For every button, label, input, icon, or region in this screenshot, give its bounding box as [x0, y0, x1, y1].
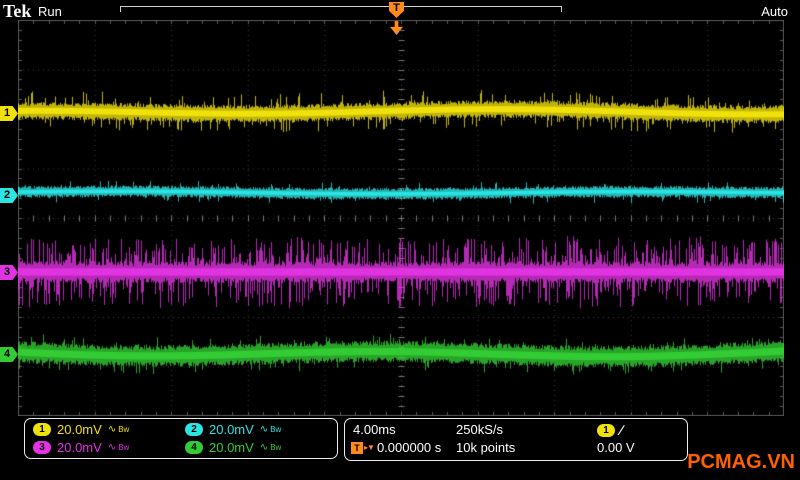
channel3-badge: 3 [33, 441, 51, 455]
horizontal-trigger-readout-box: 4.00ms 250kS/s 10k points T ▸▼ 0.000000 … [344, 418, 688, 461]
trigger-source-readout: 1 ∕ [597, 422, 622, 438]
acquisition-status: Run [38, 4, 62, 19]
channel4-ground-marker: 4 [0, 347, 18, 362]
record-length: 10k points [456, 440, 516, 455]
channel2-badge: 2 [185, 422, 203, 436]
trigger-slope-icon: ∕ [620, 422, 623, 438]
bandwidth-limit-icon: Bw [270, 424, 282, 434]
trigger-source-badge: 1 [597, 423, 615, 437]
channel3-coupling-icons: ∿ Bw [108, 442, 130, 453]
tek-logo: Tek [3, 1, 32, 21]
channel-readout-box: 1 20.0mV ∿ Bw 2 20.0mV ∿ Bw 3 20.0mV ∿ Bw 4… [24, 418, 338, 459]
trigger-position-readout: T ▸▼ 0.000000 s [351, 440, 441, 455]
record-view-bar [120, 6, 562, 12]
bandwidth-limit-icon: Bw [270, 443, 282, 453]
trigger-level: 0.00 V [597, 440, 635, 455]
channel1-ground-marker: 1 [0, 106, 18, 121]
ac-coupling-icon: ∿ [107, 442, 117, 454]
channel3-readout: 3 20.0mV ∿ Bw [29, 440, 181, 455]
ac-coupling-icon: ∿ [107, 423, 117, 435]
channel1-coupling-icons: ∿ Bw [108, 424, 130, 435]
trigger-arrows-icon: ▸▼ [364, 443, 375, 452]
channel4-scale: 20.0mV [209, 440, 254, 456]
trigger-t-icon: T [351, 441, 363, 454]
oscilloscope-screen: Tek Run Auto T 1 2 3 4 1 20.0mV ∿ Bw 2 20… [0, 0, 800, 480]
channel4-badge: 4 [185, 441, 203, 455]
channel3-scale: 20.0mV [57, 440, 102, 456]
sample-rate: 250kS/s [456, 422, 503, 437]
timebase-scale: 4.00ms [353, 422, 396, 437]
trigger-position-value: 0.000000 s [376, 440, 442, 455]
trigger-mode-status: Auto [761, 4, 788, 19]
watermark: PCMAG.VN [687, 451, 795, 473]
channel2-readout: 2 20.0mV ∿ Bw [181, 422, 333, 437]
channel4-readout: 4 20.0mV ∿ Bw [181, 440, 333, 455]
channel1-readout: 1 20.0mV ∿ Bw [29, 422, 181, 437]
bandwidth-limit-icon: Bw [118, 424, 130, 434]
trigger-position-flag-icon: T [389, 2, 404, 18]
graticule-canvas [18, 20, 784, 416]
channel2-coupling-icons: ∿ Bw [260, 424, 282, 435]
channel2-ground-marker: 2 [0, 188, 18, 203]
channel1-scale: 20.0mV [57, 421, 102, 437]
channel4-coupling-icons: ∿ Bw [260, 442, 282, 453]
channel3-ground-marker: 3 [0, 265, 18, 280]
ac-coupling-icon: ∿ [259, 423, 269, 435]
channel1-badge: 1 [33, 422, 51, 436]
channel2-scale: 20.0mV [209, 421, 254, 437]
bandwidth-limit-icon: Bw [118, 443, 130, 453]
ac-coupling-icon: ∿ [259, 442, 269, 454]
